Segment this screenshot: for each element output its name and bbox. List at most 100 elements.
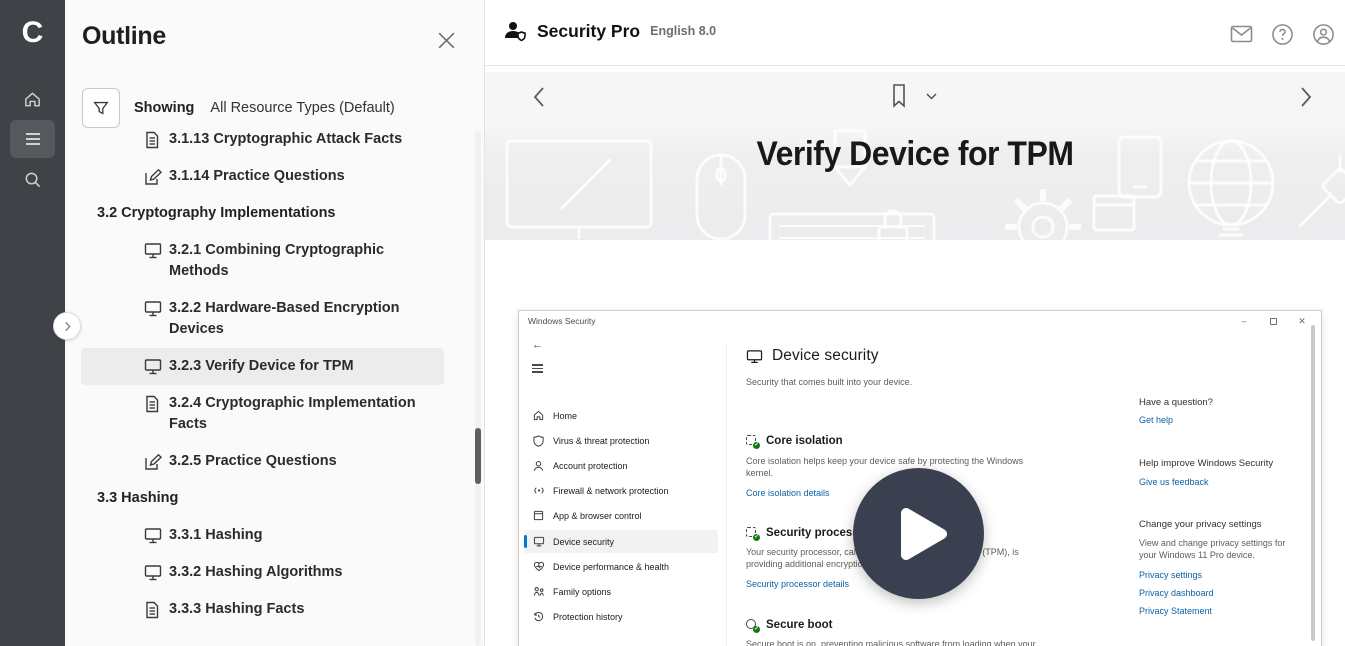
person-shield-icon — [503, 20, 527, 42]
window-title: Windows Security — [528, 316, 596, 326]
nav-item-account[interactable]: Account protection — [519, 454, 719, 477]
privacy-statement-link[interactable]: Privacy Statement — [1139, 606, 1212, 616]
outline-item[interactable]: 3.1.13 Cryptographic Attack Facts — [81, 131, 444, 158]
give-feedback-link[interactable]: Give us feedback — [1139, 477, 1209, 487]
nav-item-family[interactable]: Family options — [519, 580, 719, 603]
nav-item-performance[interactable]: Device performance & health — [519, 555, 719, 578]
minimize-icon: – — [1241, 316, 1246, 326]
nav-item-device-security[interactable]: Device security — [524, 530, 718, 553]
back-icon[interactable]: ← — [532, 339, 543, 351]
outline-item[interactable]: 3.3.2 Hashing Algorithms — [81, 554, 444, 591]
monitor-icon — [144, 527, 162, 544]
outline-item[interactable]: 3.2.5 Practice Questions — [81, 443, 444, 480]
monitor-icon — [144, 358, 162, 375]
previous-lesson-button[interactable] — [533, 86, 545, 108]
family-icon — [533, 586, 545, 597]
maximize-button[interactable] — [1266, 315, 1280, 327]
outline-item[interactable]: 3.3.1 Hashing — [81, 517, 444, 554]
lesson-banner: Verify Device for TPM — [485, 123, 1345, 240]
nav-item-history[interactable]: Protection history — [519, 605, 719, 628]
bookmark-menu-button[interactable] — [926, 93, 937, 100]
lesson-title: Verify Device for TPM — [511, 135, 1319, 174]
outline-item[interactable]: 3.2.2 Hardware-Based Encryption Devices — [81, 290, 444, 348]
panel-collapse-button[interactable] — [53, 312, 81, 340]
privacy-settings-link[interactable]: Privacy settings — [1139, 570, 1202, 580]
windows-security-nav: ← Home Virus & threat protection Account… — [519, 331, 724, 646]
outline-item-selected[interactable]: 3.2.3 Verify Device for TPM — [81, 348, 444, 385]
next-lesson-button[interactable] — [1300, 86, 1312, 108]
filter-button[interactable] — [82, 88, 120, 128]
outline-title: Outline — [82, 22, 166, 51]
outline-scrollbar-thumb[interactable] — [475, 428, 481, 484]
app-logo: C — [0, 10, 65, 56]
minimize-button[interactable]: – — [1237, 315, 1251, 327]
video-play-button[interactable] — [853, 468, 984, 599]
help-button[interactable] — [1270, 22, 1294, 46]
bookmark-button[interactable] — [890, 83, 908, 109]
selected-indicator — [524, 535, 527, 548]
menu-icon[interactable] — [532, 362, 543, 375]
section-title: Core isolation — [766, 435, 843, 447]
nav-item-virus-threat[interactable]: Virus & threat protection — [519, 429, 719, 452]
pencil-icon — [144, 168, 162, 186]
security-processor-details-link[interactable]: Security processor details — [746, 579, 849, 589]
messages-button[interactable] — [1229, 22, 1253, 46]
outline-item[interactable]: 3.2.1 Combining Cryptographic Methods — [81, 232, 444, 290]
get-help-link[interactable]: Get help — [1139, 415, 1173, 425]
app-window: C Outline — [0, 0, 1345, 646]
section-body: Secure boot is on, preventing malicious … — [746, 639, 1046, 646]
play-icon — [888, 505, 950, 563]
page-title: Device security — [772, 347, 879, 365]
outline-item[interactable]: 3.2.4 Cryptographic Implementation Facts — [81, 385, 444, 443]
outline-section[interactable]: 3.2 Cryptography Implementations — [81, 195, 444, 232]
product-edition: English 8.0 — [650, 24, 716, 38]
aside-privacy-title: Change your privacy settings — [1139, 519, 1262, 530]
aside-privacy-body: View and change privacy settings for you… — [1139, 538, 1289, 561]
help-aside: Have a question? Get help Help improve W… — [1139, 331, 1299, 646]
outline-close-button[interactable] — [434, 28, 458, 52]
outline-list: 3.1.13 Cryptographic Attack Facts 3.1.14… — [81, 131, 444, 646]
lesson-navbar — [485, 72, 1345, 123]
search-icon — [23, 170, 42, 189]
window-scrollbar-thumb[interactable] — [1311, 325, 1315, 641]
close-icon — [436, 30, 457, 51]
outline-section[interactable]: 3.3 Hashing — [81, 480, 444, 517]
aside-question-title: Have a question? — [1139, 397, 1213, 408]
pencil-icon — [144, 453, 162, 471]
search-button[interactable] — [10, 160, 55, 198]
outline-menu-button[interactable] — [10, 120, 55, 158]
outline-item[interactable]: 3.1.14 Practice Questions — [81, 158, 444, 195]
watermark-window-icon — [1091, 193, 1137, 233]
monitor-icon — [746, 349, 763, 364]
nav-item-home[interactable]: Home — [519, 404, 719, 427]
window-titlebar: Windows Security – ✕ — [519, 311, 1321, 331]
account-button[interactable] — [1311, 22, 1335, 46]
monitor-icon — [533, 536, 545, 547]
nav-item-firewall[interactable]: Firewall & network protection — [519, 479, 719, 502]
privacy-dashboard-link[interactable]: Privacy dashboard — [1139, 588, 1214, 598]
monitor-icon — [144, 242, 162, 259]
close-icon: ✕ — [1298, 316, 1306, 327]
app-icon — [533, 510, 545, 521]
core-isolation-details-link[interactable]: Core isolation details — [746, 488, 830, 498]
help-icon — [1271, 23, 1294, 46]
mail-icon — [1230, 25, 1253, 43]
document-icon — [144, 395, 162, 413]
outline-item[interactable]: 3.3.3 Hashing Facts — [81, 591, 444, 628]
chevron-right-icon — [1300, 86, 1312, 108]
divider — [726, 345, 727, 646]
history-icon — [533, 611, 545, 622]
outline-scrollbar-track — [475, 131, 481, 646]
home-button[interactable] — [10, 80, 55, 118]
account-icon — [1312, 23, 1335, 46]
filter-showing-label: Showing — [134, 100, 194, 116]
nav-item-app-browser[interactable]: App & browser control — [519, 504, 719, 527]
secure-boot-icon: ✓ — [746, 619, 758, 631]
chevron-down-icon — [926, 93, 937, 100]
monitor-icon — [144, 564, 162, 581]
brand: Security Pro English 8.0 — [503, 20, 716, 42]
document-icon — [144, 601, 162, 619]
chevron-left-icon — [533, 86, 545, 108]
bookmark-icon — [890, 83, 908, 109]
close-button[interactable]: ✕ — [1295, 315, 1309, 327]
